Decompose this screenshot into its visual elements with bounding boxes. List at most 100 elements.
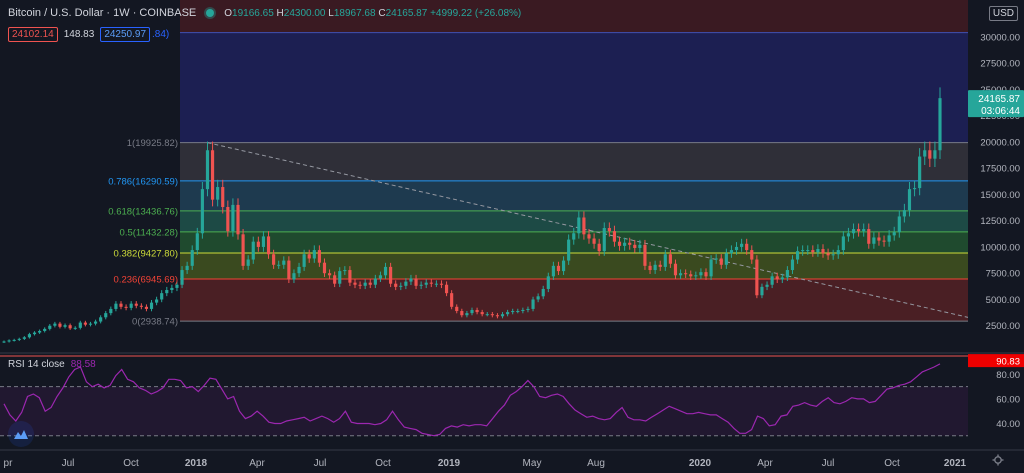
candle-body	[811, 250, 815, 253]
time-tick-label: Oct	[375, 458, 391, 469]
candle-body	[862, 229, 866, 232]
fib-zone	[180, 180, 968, 211]
time-tick-label: Apr	[757, 458, 773, 469]
candle-body	[714, 258, 718, 260]
symbol-title[interactable]: Bitcoin / U.S. Dollar · 1W · COINBASE	[8, 7, 196, 19]
candle-body	[333, 275, 337, 284]
candle-body	[302, 254, 306, 267]
time-tick-label: 2021	[944, 458, 967, 469]
candle-body	[17, 338, 21, 340]
candle-body	[170, 287, 174, 291]
candle-body	[256, 241, 260, 247]
candle-body	[114, 303, 118, 309]
candle-body	[104, 313, 108, 318]
fib-level-label: 0.5(11432.28)	[120, 227, 178, 238]
rsi-last-label: 90.83	[996, 357, 1020, 368]
close-value: 24165.87	[385, 7, 428, 19]
candle-body	[694, 275, 698, 277]
candle-body	[180, 270, 184, 285]
candle-body	[592, 238, 596, 244]
bid-ask-row: 24102.14 148.83 24250.97 .84)	[8, 27, 169, 42]
candle-body	[414, 278, 418, 286]
candle-body	[643, 244, 647, 266]
price-tick-label: 2500.00	[986, 321, 1020, 332]
candle-body	[897, 216, 901, 233]
candle-body	[27, 334, 32, 338]
candle-body	[617, 241, 622, 246]
candle-body	[266, 236, 271, 255]
candle-body	[383, 266, 388, 276]
time-axis[interactable]: pr Jul Oct 2018 Apr Jul Oct 2019 May Aug 2020 Apr Ju…	[0, 449, 1024, 469]
candle-body	[73, 327, 77, 329]
candle-body	[511, 311, 515, 313]
candle-body	[2, 341, 6, 343]
candle-body	[536, 296, 540, 300]
gear-icon[interactable]	[992, 454, 1004, 466]
candle-body	[373, 278, 377, 285]
low-value: 18967.68	[333, 7, 376, 19]
candle-body	[63, 325, 67, 327]
candle-body	[43, 328, 47, 331]
price-chart[interactable]: 1(19925.82) 0.786(16290.59) 0.618(13436.76…	[0, 0, 1024, 473]
candle-body	[58, 323, 62, 327]
candle-body	[923, 150, 927, 157]
candle-body	[195, 233, 199, 251]
time-tick-label: 2018	[185, 458, 208, 469]
candle-body	[633, 244, 637, 248]
candle-body	[277, 264, 281, 266]
fib-level-label: 0(2938.74)	[132, 317, 178, 328]
candle-body	[704, 272, 708, 277]
candle-body	[760, 286, 764, 296]
candle-body	[88, 323, 93, 325]
price-tick-label: 15000.00	[980, 190, 1020, 201]
high-value: 24300.00	[283, 7, 326, 19]
time-tick-label: Oct	[884, 458, 900, 469]
symbol-header: Bitcoin / U.S. Dollar · 1W · COINBASE O1…	[8, 7, 521, 19]
candle-body	[358, 284, 362, 286]
candle-body	[623, 242, 627, 246]
candle-body	[653, 264, 657, 271]
candle-body	[831, 254, 835, 256]
candle-body	[450, 293, 454, 307]
price-tick-label: 30000.00	[980, 32, 1020, 43]
candle-body	[490, 314, 494, 316]
sell-price-button[interactable]: 24102.14	[8, 27, 58, 42]
candle-body	[261, 236, 266, 247]
candle-body	[312, 250, 316, 259]
candle-body	[226, 206, 230, 232]
candle-body	[165, 290, 169, 294]
rsi-tick-label: 80.00	[996, 370, 1020, 381]
rsi-label[interactable]: RSI 14 close	[8, 359, 65, 370]
candle-body	[801, 250, 805, 252]
candle-body	[389, 266, 393, 284]
rsi-tick-label: 60.00	[996, 394, 1020, 405]
fib-level-label: 0.618(13436.76)	[108, 206, 178, 217]
buy-price-button[interactable]: 24250.97	[100, 27, 151, 42]
candle-body	[877, 237, 881, 241]
candle-body	[231, 204, 235, 232]
candle-body	[851, 229, 856, 234]
candle-body	[236, 204, 240, 235]
candle-body	[419, 284, 423, 286]
candle-body	[424, 282, 428, 285]
candle-body	[734, 246, 739, 251]
price-tick-label: 27500.00	[980, 59, 1020, 70]
candle-body	[689, 274, 693, 277]
last-price-label: 24165.87	[978, 94, 1020, 105]
candle-body	[907, 189, 912, 211]
price-tick-label: 10000.00	[980, 242, 1020, 253]
rsi-pane: 80.00 60.00 40.00 90.83	[0, 352, 1024, 437]
candle-body	[48, 325, 52, 329]
candle-body	[806, 250, 810, 252]
candle-body	[872, 237, 876, 244]
candle-body	[93, 321, 98, 324]
candle-body	[918, 156, 922, 189]
candle-body	[409, 278, 413, 282]
candle-body	[216, 187, 220, 200]
candle-body	[785, 270, 789, 278]
candle-body	[439, 283, 444, 285]
currency-button[interactable]: USD	[988, 6, 1018, 21]
candle-body	[724, 253, 728, 265]
candle-body	[816, 249, 820, 253]
tradingview-icon[interactable]	[8, 421, 34, 447]
